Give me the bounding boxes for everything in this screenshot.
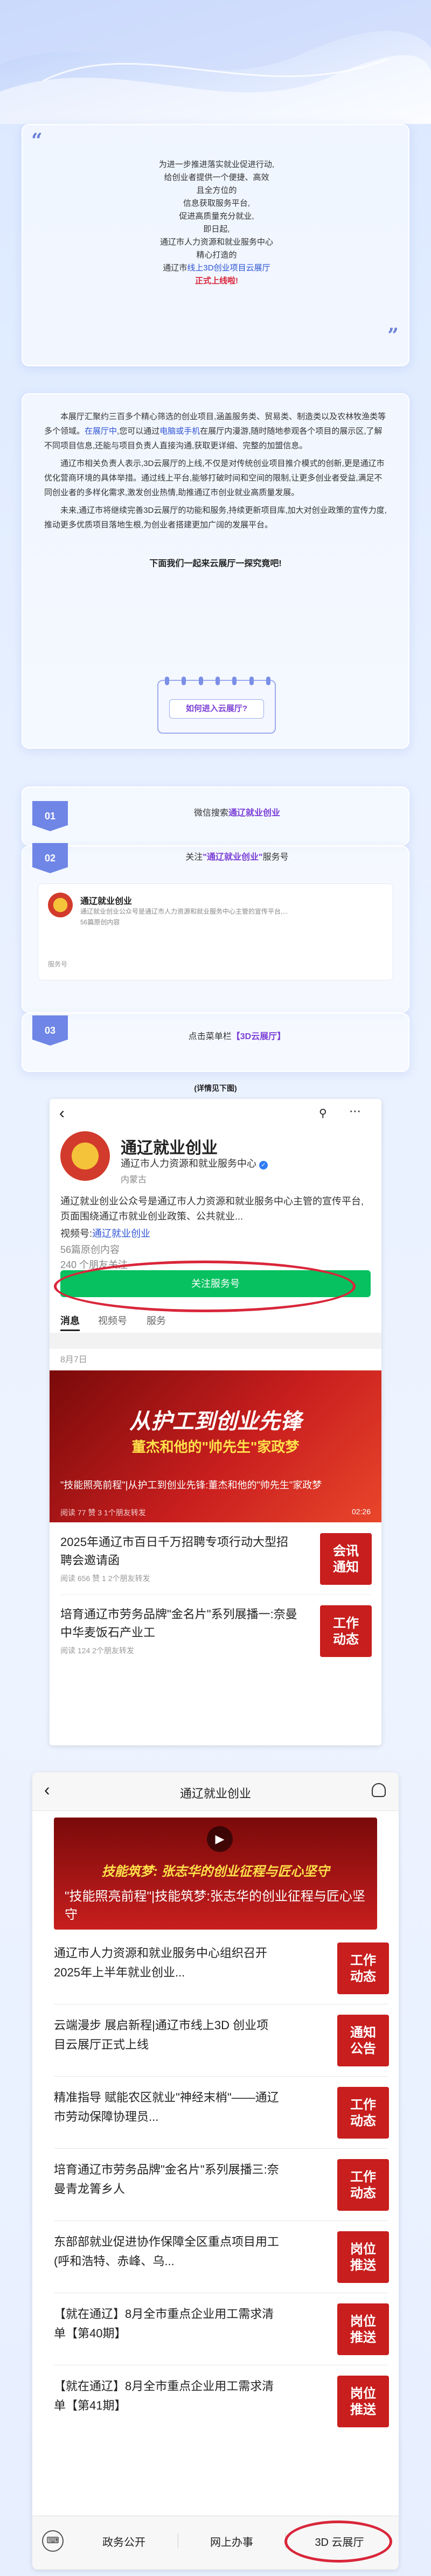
body-paragraph-1: 本展厅汇聚约三百多个精心筛选的创业项目,涵盖服务类、贸易类、制造类以及农林牧渔类…	[44, 412, 386, 450]
video-duration: 02:26	[351, 1507, 371, 1516]
intro-line: 为进一步推进落实就业促进行动,	[158, 160, 275, 169]
step-2-text: 关注"通辽就业创业"服务号	[185, 853, 289, 862]
banner-line-2: 董杰和他的"帅先生"家政梦	[131, 1439, 300, 1455]
menu-featured-banner[interactable]: ▶ 技能筑梦: 张志华的创业征程与匠心坚守 "技能照亮前程"|技能筑梦:张志华的…	[54, 1818, 377, 1930]
menu-gov-open[interactable]: 政务公开	[75, 2533, 172, 2549]
account-avatar	[48, 893, 73, 917]
tab-video[interactable]: 视频号	[98, 1313, 127, 1327]
hero-wave-decoration	[0, 0, 431, 124]
detail-hint: (详情见下图)	[194, 1084, 237, 1092]
intro-line: 精心打造的	[196, 250, 237, 260]
menu-featured-title: "技能照亮前程"|技能筑梦:张志华的创业征程与匠心坚守	[65, 1889, 365, 1922]
step-3-badge: 03	[32, 1015, 68, 1046]
feed-gap	[50, 1333, 381, 1349]
intro-line: 通辽市人力资源和就业服务中心	[159, 238, 273, 247]
verified-icon: ✓	[259, 1161, 268, 1169]
divider	[54, 2220, 388, 2221]
highlight-ring	[284, 2521, 392, 2563]
menu-news-thumb: 通知 公告	[337, 2015, 389, 2066]
divider	[54, 2076, 388, 2077]
step-3-text: 点击菜单栏【3D云展厅】	[188, 1032, 286, 1041]
menu-news-thumb: 岗位 推送	[337, 2376, 389, 2427]
news-item-meta: 阅读 124 2个朋友转发	[60, 1646, 134, 1655]
banner-line-1: 从护工到创业先锋	[129, 1410, 302, 1433]
menu-online-service[interactable]: 网上办事	[183, 2533, 280, 2549]
intro-line: 信息获取服务平台,	[183, 199, 251, 208]
search-result-card[interactable]: 通辽就业创业 通辽就业创业公众号是通辽市人力资源和就业服务中心主管的宣传平台,.…	[38, 883, 393, 980]
how-to-label: 如何进入云展厅?	[169, 699, 264, 719]
open-quote-icon: “	[31, 129, 43, 152]
news-item-meta: 阅读 656 赞 1 2个朋友转发	[60, 1574, 150, 1583]
tab-services[interactable]: 服务	[147, 1313, 166, 1327]
menu-news-title[interactable]: 【就在通辽】8月全市重点企业用工需求清单【第41期】	[54, 2377, 280, 2415]
ring-binder-decoration	[165, 677, 270, 685]
menu-screenshot: ‹ 通辽就业创业 ▶ 技能筑梦: 张志华的创业征程与匠心坚守 "技能照亮前程"|…	[32, 1772, 399, 2570]
menu-news-thumb: 工作 动态	[337, 2159, 389, 2211]
menu-title: 通辽就业创业	[179, 1787, 251, 1800]
menu-header: ‹ 通辽就业创业	[32, 1772, 399, 1811]
profile-screenshot: ‹ ⚲ ⋯ 通辽就业创业 通辽市人力资源和就业服务中心 ✓ 内蒙古 通辽就业创业…	[50, 1099, 381, 1745]
explore-text: 下面我们一起来云展厅一探究竟吧!	[149, 559, 282, 568]
news-item-title[interactable]: 培育通辽市劳务品牌"金名片"系列展播一:奈曼中华麦饭石产业工	[60, 1605, 297, 1642]
originals-count: 56篇原创内容	[60, 1244, 120, 1255]
menu-news-title[interactable]: 云端漫步 展启新程|通辽市线上3D 创业项目云展厅正式上线	[54, 2016, 280, 2055]
intro-line: 即日起,	[203, 225, 230, 234]
step-1-text: 微信搜索通辽就业创业	[193, 809, 281, 818]
menu-news-thumb: 岗位 推送	[337, 2231, 389, 2283]
intro-highlight: 通辽市线上3D创业项目云展厅	[163, 263, 270, 273]
news-thumbnail: 会讯 通知	[320, 1533, 372, 1585]
tab-messages[interactable]: 消息	[60, 1313, 80, 1331]
body-paragraph-3: 未来,通辽市将继续完善3D云展厅的功能和服务,持续更新项目库,加大对创业政策的宣…	[44, 506, 387, 530]
account-desc: 通辽就业创业公众号是通辽市人力资源和就业服务中心主管的宣传平台,...	[80, 908, 288, 915]
news-thumbnail: 工作 动态	[320, 1605, 372, 1657]
menu-news-title[interactable]: 东部部就业促进协作保障全区重点项目用工(呼和浩特、赤峰、乌...	[54, 2232, 280, 2271]
keyboard-icon[interactable]: ⌨	[42, 2530, 64, 2552]
profile-description: 通辽就业创业公众号是通辽市人力资源和就业服务中心主管的宣传平台,页面围绕通辽市就…	[60, 1196, 364, 1222]
featured-article-title: "技能照亮前程"|从护工到创业先锋:董杰和他的"帅先生"家政梦	[60, 1480, 322, 1491]
step-1-badge: 01	[32, 801, 68, 831]
how-to-box: 如何进入云展厅?	[157, 677, 276, 734]
body-card: 本展厅汇聚约三百多个精心筛选的创业项目,涵盖服务类、贸易类、制造类以及农林牧渔类…	[22, 393, 409, 749]
profile-icon[interactable]	[372, 1783, 386, 1797]
profile-org: 通辽市人力资源和就业服务中心 ✓	[121, 1156, 268, 1170]
menu-news-title[interactable]: 【就在通辽】8月全市重点企业用工需求清单【第40期】	[54, 2305, 280, 2343]
menu-news-thumb: 岗位 推送	[337, 2303, 389, 2355]
menu-news-title[interactable]: 培育通辽市劳务品牌"金名片"系列展播三:奈曼青龙箐乡人	[54, 2160, 280, 2199]
launch-text: 正式上线啦!	[195, 276, 238, 286]
intro-line: 且全方位的	[196, 186, 237, 195]
highlight-ring	[54, 1261, 356, 1312]
menu-news-title[interactable]: 精准指导 赋能农区就业"神经末梢"——通辽市劳动保障协理员...	[54, 2088, 280, 2127]
more-icon[interactable]: ⋯	[349, 1104, 361, 1118]
intro-line: 促进高质量充分就业,	[179, 212, 254, 221]
menu-news-thumb: 工作 动态	[337, 2087, 389, 2139]
video-channel-link[interactable]: 视频号:通辽就业创业	[60, 1226, 150, 1240]
profile-name: 通辽就业创业	[121, 1139, 218, 1157]
menu-news-thumb: 工作 动态	[337, 1943, 389, 1994]
menu-banner-text: 技能筑梦: 张志华的创业征程与匠心坚守	[101, 1864, 330, 1879]
close-quote-icon: ”	[387, 324, 399, 347]
profile-region: 内蒙古	[121, 1175, 147, 1185]
bottom-menu-bar: ⌨ 政务公开 网上办事 3D 云展厅	[32, 2516, 399, 2570]
intro-text: 为进一步推进落实就业促进行动, 给创业者提供一个便捷、高效 且全方位的 信息获取…	[23, 158, 411, 288]
body-paragraph-2: 通辽市相关负责人表示,3D云展厅的上线,不仅是对传统创业项目推介模式的创新,更是…	[44, 459, 385, 497]
news-item-title[interactable]: 2025年通辽市百日千万招聘专项行动大型招聘会邀请函	[60, 1533, 297, 1570]
account-meta: 56篇原创内容	[80, 918, 120, 926]
account-name: 通辽就业创业	[80, 897, 133, 906]
profile-avatar	[60, 1131, 110, 1181]
back-icon[interactable]: ‹	[59, 1104, 65, 1123]
divider	[54, 2148, 388, 2149]
intro-card: “ 为进一步推进落实就业促进行动, 给创业者提供一个便捷、高效 且全方位的 信息…	[22, 124, 409, 366]
account-type-tag: 服务号	[48, 960, 68, 968]
intro-line: 给创业者提供一个便捷、高效	[164, 173, 269, 182]
feed-date: 8月7日	[60, 1355, 87, 1364]
step-2-badge: 02	[32, 843, 68, 873]
search-icon[interactable]: ⚲	[319, 1106, 327, 1120]
menu-news-title[interactable]: 通辽市人力资源和就业服务中心组织召开2025年上半年就业创业...	[54, 1944, 280, 1982]
featured-article-banner[interactable]: 从护工到创业先锋 董杰和他的"帅先生"家政梦 "技能照亮前程"|从护工到创业先锋…	[50, 1370, 381, 1522]
play-icon[interactable]: ▶	[207, 1826, 233, 1852]
featured-article-meta: 阅读 77 赞 3 1个朋友转发	[60, 1508, 146, 1517]
step-3-card	[22, 1013, 409, 1072]
